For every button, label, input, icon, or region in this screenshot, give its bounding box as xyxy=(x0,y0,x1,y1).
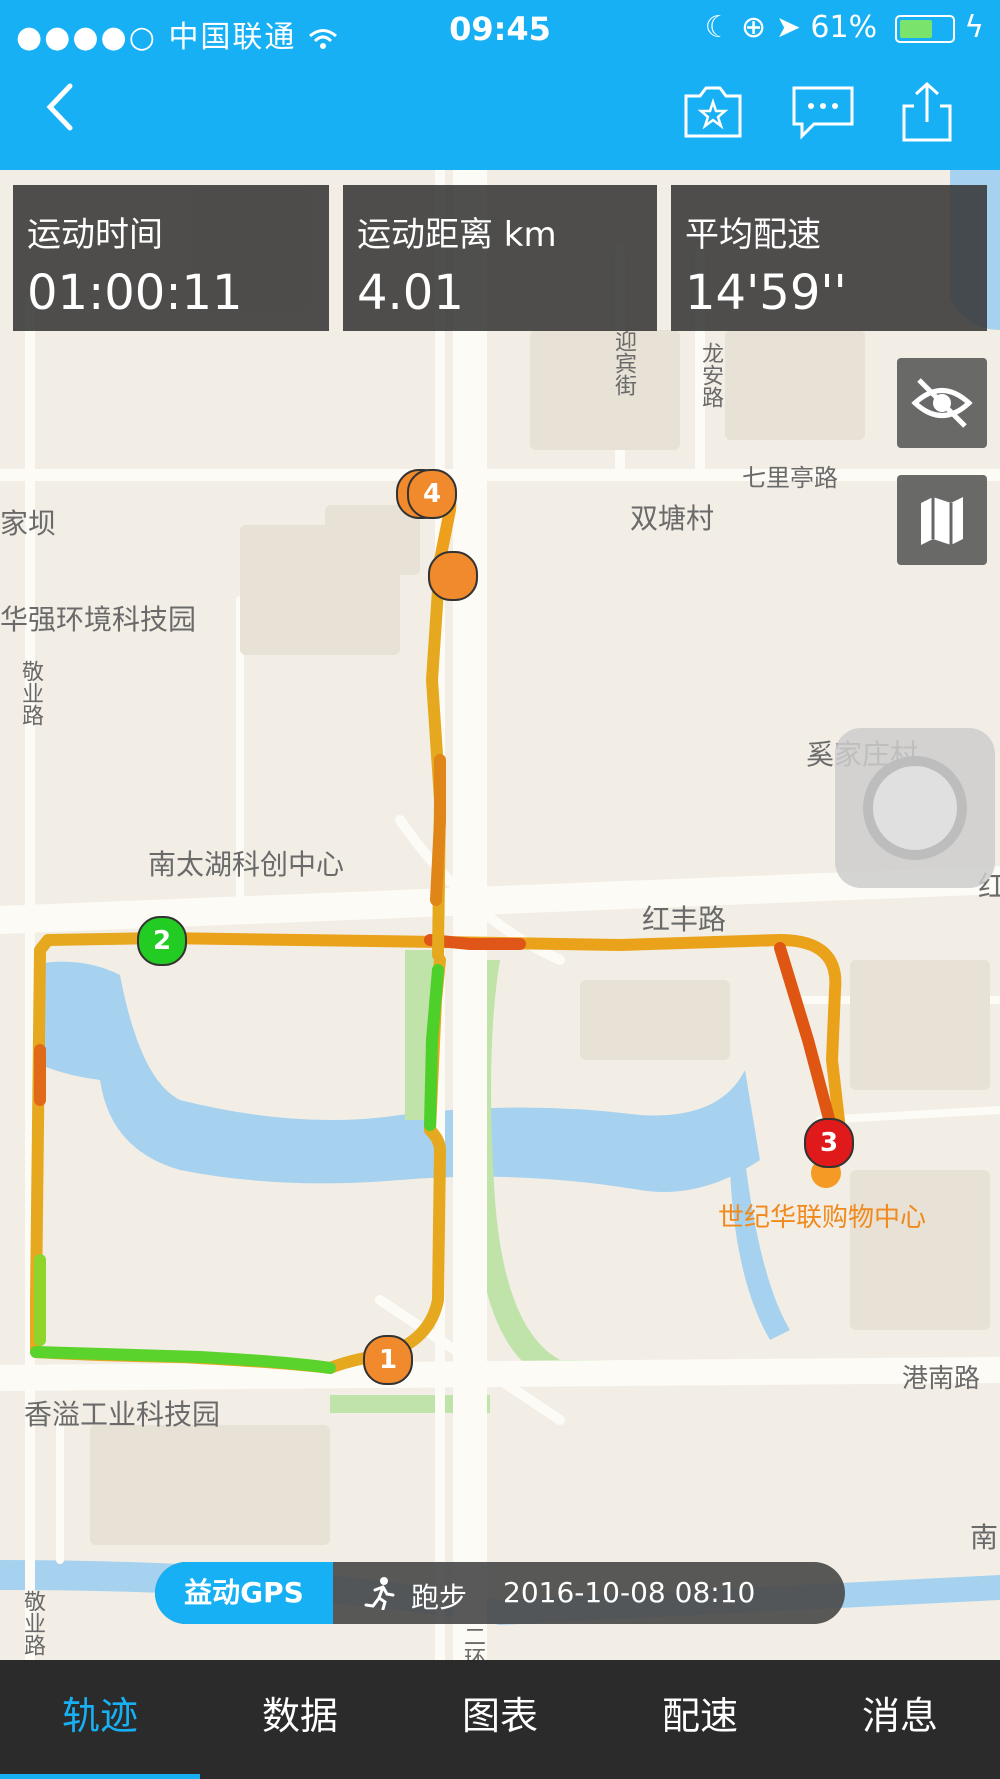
map-label: 港南路 xyxy=(902,1364,981,1394)
stat-pace: 平均配速 14'59'' xyxy=(671,185,987,331)
camera-star-icon[interactable] xyxy=(680,82,746,142)
map-icon xyxy=(921,497,963,545)
eye-off-icon xyxy=(911,378,973,428)
app-brand: 益动GPS xyxy=(155,1562,333,1624)
battery-icon xyxy=(894,14,955,43)
track-marker-4[interactable]: 4 xyxy=(407,469,457,519)
battery-percent: 61% xyxy=(810,10,878,45)
map-label: 华强环境科技园 xyxy=(0,603,197,636)
map-label: 七里亭路 xyxy=(742,464,838,492)
map-layer-button[interactable] xyxy=(897,475,987,565)
map-label: 红丰路 xyxy=(642,903,727,936)
map-canvas xyxy=(0,170,1000,1660)
tab-pace[interactable]: 配速 xyxy=(600,1660,800,1779)
map-label: 世纪华联购物中心 xyxy=(718,1203,927,1233)
map-label: 龙安路 xyxy=(698,342,723,408)
stat-duration: 运动时间 01:00:11 xyxy=(13,185,329,331)
bottom-tab-bar: 轨迹 数据 图表 配速 消息 xyxy=(0,1660,1000,1779)
map-label: 敬业路 xyxy=(20,1590,45,1656)
stat-value: 01:00:11 xyxy=(27,265,243,321)
hide-eye-button[interactable] xyxy=(897,358,987,448)
status-bar: ●●●●○ 中国联通 09:45 ☾ ⊕ ➤ 61% ϟ xyxy=(0,0,1000,56)
share-icon[interactable] xyxy=(894,82,960,142)
activity-type: 跑步 xyxy=(411,1581,468,1614)
track-marker-2[interactable]: 2 xyxy=(137,916,187,966)
activity-info-bar: 益动GPS 跑步 2016-10-08 08:10 xyxy=(155,1562,845,1624)
track-marker-1[interactable]: 1 xyxy=(363,1335,413,1385)
tab-messages[interactable]: 消息 xyxy=(800,1660,1000,1779)
stat-label: 平均配速 xyxy=(685,215,821,255)
stat-value: 14'59'' xyxy=(685,265,847,321)
map-label: 敬业路 xyxy=(18,660,43,726)
map-label: 家坝 xyxy=(0,507,57,540)
rotation-lock-icon: ⊕ xyxy=(741,10,767,45)
back-icon[interactable] xyxy=(40,82,80,132)
comment-icon[interactable] xyxy=(790,82,856,142)
charging-icon: ϟ xyxy=(964,10,984,45)
moon-icon: ☾ xyxy=(704,10,732,45)
zoom-joystick[interactable] xyxy=(835,728,995,888)
map-label: 迎宾街 xyxy=(611,330,636,396)
map-label: 南 xyxy=(970,1521,999,1554)
map-label: 香溢工业科技园 xyxy=(24,1398,221,1431)
track-marker-3[interactable]: 3 xyxy=(804,1118,854,1168)
active-tab-indicator xyxy=(0,1774,200,1779)
activity-datetime: 2016-10-08 08:10 xyxy=(503,1576,756,1609)
tab-track[interactable]: 轨迹 xyxy=(0,1660,200,1779)
stat-distance: 运动距离 km 4.01 xyxy=(343,185,657,331)
status-right: ☾ ⊕ ➤ 61% ϟ xyxy=(705,10,984,45)
location-arrow-icon: ➤ xyxy=(775,10,801,45)
stat-label: 运动距离 km xyxy=(357,215,557,255)
tab-data[interactable]: 数据 xyxy=(200,1660,400,1779)
stat-value: 4.01 xyxy=(357,265,464,321)
track-marker-waypoint[interactable] xyxy=(428,551,478,601)
tab-chart[interactable]: 图表 xyxy=(400,1660,600,1779)
top-bar: ●●●●○ 中国联通 09:45 ☾ ⊕ ➤ 61% ϟ xyxy=(0,0,1000,170)
map-label: 双塘村 xyxy=(630,502,715,535)
map-view[interactable] xyxy=(0,170,1000,1660)
running-icon xyxy=(364,1577,395,1610)
map-label: 南太湖科创中心 xyxy=(148,848,345,881)
stat-label: 运动时间 xyxy=(27,215,163,255)
